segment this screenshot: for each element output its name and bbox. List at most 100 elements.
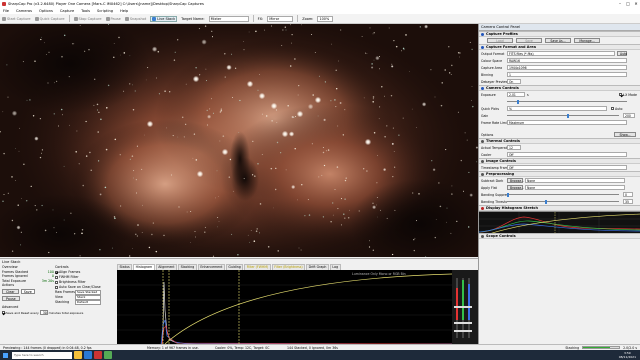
section-camera-controls[interactable]: Camera Controls [479,85,640,91]
fwhm-filter-checkbox[interactable] [55,275,58,279]
save-as-profile-button[interactable]: Save As... [545,38,571,43]
histogram-level-sliders[interactable] [452,270,478,345]
manage-profile-button[interactable]: Manage... [574,38,600,43]
clear-button[interactable]: Clear [2,288,19,294]
menu-tools[interactable]: Tools [81,9,90,13]
output-format-auto-button[interactable]: Auto [617,51,627,56]
menu-options[interactable]: Options [39,9,53,13]
save-profile-button[interactable]: Save [516,38,542,43]
image-viewport[interactable] [0,24,478,257]
star [204,231,206,233]
app-taskbar-icon[interactable] [104,351,112,359]
timestamp-select[interactable]: Off [507,165,627,170]
star [63,219,65,221]
subtract-dark-file[interactable]: None [525,178,625,183]
gain-slider[interactable] [507,113,619,118]
auto-exposure-checkbox[interactable] [611,107,614,110]
menu-help[interactable]: Help [120,9,128,13]
menu-capture[interactable]: Capture [60,9,74,13]
auto-save-checkbox[interactable] [55,285,58,289]
slider-knob[interactable] [517,99,519,104]
stop-capture-button[interactable]: Stop Capture [73,16,102,21]
align-frames-checkbox[interactable] [55,270,58,274]
display-histogram[interactable] [479,211,640,235]
star [261,154,263,155]
debayer-preview-select[interactable]: On [507,79,521,84]
frame-rate-select[interactable]: Maximum [507,120,627,125]
slider-knob[interactable] [507,192,509,197]
menu-bar: File Cameras Options Capture Tools Scrip… [0,7,640,14]
star [113,56,115,59]
fx-select[interactable]: Mirror [267,15,294,22]
star [79,25,81,27]
capture-area-select[interactable]: 1944x1096 [507,65,627,70]
taskbar-search-input[interactable]: Type here to search [12,351,72,359]
section-thermal-controls[interactable]: Thermal Controls [479,138,640,144]
apply-flat-file[interactable]: None [525,185,625,190]
gain-input[interactable]: 200 [623,113,635,118]
minimize-icon[interactable]: – [616,0,624,7]
snapshot-button[interactable]: Snapshot [124,16,146,21]
raw-frames-select[interactable]: Save Stacked [75,290,101,295]
start-capture-button[interactable]: Start Capture [2,16,31,21]
output-format-select[interactable]: FITS files (*.fits) [507,51,615,56]
load-profile-button[interactable]: Load [487,38,513,43]
star [18,150,20,152]
browser-icon[interactable] [84,351,92,359]
target-name-input[interactable]: Mixter [208,15,249,22]
slider-knob[interactable] [545,199,547,204]
cooler-select[interactable]: Off [507,152,627,157]
taskbar-clock[interactable]: 3:59 08/11/2021 [619,351,636,359]
menu-file[interactable]: File [3,9,9,13]
binning-select[interactable]: 1 [507,72,627,77]
menu-scripting[interactable]: Scripting [97,9,113,13]
stack-histogram[interactable]: Luminance Only Mono or RGB Bin [117,270,452,345]
star [337,208,339,210]
windows-start-icon[interactable] [0,350,10,360]
star [73,43,75,45]
banding-threshold-slider[interactable] [507,199,619,204]
apply-flat-browse-button[interactable]: Browse... [507,185,524,190]
star [457,111,459,113]
pause-stack-button[interactable]: Pause [2,295,20,301]
brightness-filter-checkbox[interactable] [55,280,58,284]
section-image-controls[interactable]: Image Controls [479,158,640,164]
show-options-button[interactable]: Show... [614,132,636,137]
stacking-select[interactable]: Default [75,300,101,305]
view-select[interactable]: Stack [75,295,101,300]
exposure-slider[interactable] [507,99,627,104]
pause-button[interactable]: Pause [105,16,121,21]
zoom-select[interactable]: 100% [317,15,334,22]
star [206,109,208,112]
menu-cameras[interactable]: Cameras [16,9,32,13]
star [327,149,330,151]
section-capture-format[interactable]: Capture Format and Area [479,44,640,50]
close-icon[interactable]: ✕ [632,0,640,7]
section-preprocessing[interactable]: Preprocessing [479,171,640,177]
section-capture-profiles[interactable]: Capture Profiles [479,31,640,37]
star [267,246,270,248]
quick-capture-button[interactable]: Quick Capture [34,16,65,21]
banding-threshold-input[interactable]: 35 [623,199,633,204]
sharpcap-taskbar-icon[interactable] [94,351,102,359]
banding-input[interactable]: 0 [623,192,633,197]
file-explorer-icon[interactable] [74,351,82,359]
lx-mode-checkbox[interactable] [619,93,623,96]
save-button[interactable]: Save [20,288,35,294]
section-scope-controls[interactable]: Scope Controls [479,233,640,239]
star [190,211,192,212]
live-stack-button[interactable]: Live Stack [150,15,178,22]
exposure-input[interactable]: 2.01 [507,92,525,97]
subtract-dark-browse-button[interactable]: Browse... [507,178,524,183]
save-reset-input[interactable]: 30 [39,309,48,315]
star [255,30,257,33]
subtract-dark-row: Subtract Dark Browse... None [479,177,640,184]
maximize-icon[interactable]: □ [624,0,632,7]
star [96,109,99,111]
colour-space-select[interactable]: RAW16 [507,58,627,63]
quick-picks-select[interactable]: % [507,106,607,111]
slider-knob[interactable] [567,113,569,118]
save-reset-checkbox[interactable] [2,311,5,315]
banding-slider[interactable] [507,192,619,197]
status-frame-progress: 2.0/2.0 s [623,345,637,350]
